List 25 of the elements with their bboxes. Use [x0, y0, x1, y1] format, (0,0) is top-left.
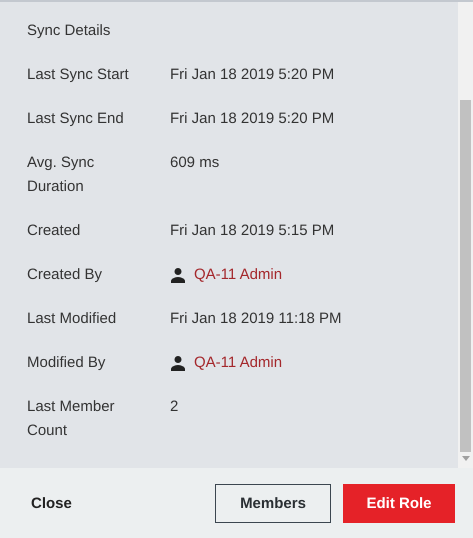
field-label: Last Member Count	[27, 397, 116, 441]
field-value: Fri Jan 18 2019 5:20 PM	[170, 109, 334, 129]
person-icon	[170, 267, 186, 283]
field-label: Last Sync End	[27, 109, 125, 129]
field-value: Fri Jan 18 2019 5:15 PM	[170, 221, 334, 241]
user-link[interactable]: QA-11 Admin	[170, 263, 282, 287]
members-button[interactable]: Members	[215, 484, 331, 522]
field-value: 609 ms	[170, 153, 220, 173]
scroll-down-icon[interactable]	[462, 456, 470, 461]
close-button[interactable]: Close	[31, 494, 72, 512]
field-value: Fri Jan 18 2019 11:18 PM	[170, 309, 342, 329]
field-label: Created By	[27, 265, 104, 285]
person-icon	[170, 355, 186, 371]
field-label: Last Modified	[27, 309, 118, 329]
user-link[interactable]: QA-11 Admin	[170, 351, 282, 375]
field-label: Avg. Sync Duration	[27, 153, 96, 197]
edit-role-button[interactable]: Edit Role	[343, 484, 455, 522]
scrollbar[interactable]	[458, 2, 473, 468]
field-label: Modified By	[27, 353, 106, 373]
section-title: Sync Details	[27, 21, 112, 41]
field-label: Created	[27, 221, 82, 241]
scrollbar-thumb[interactable]	[460, 100, 471, 452]
field-value: Fri Jan 18 2019 5:20 PM	[170, 65, 334, 85]
field-label: Last Sync Start	[27, 65, 130, 85]
field-value: 2	[170, 397, 178, 417]
